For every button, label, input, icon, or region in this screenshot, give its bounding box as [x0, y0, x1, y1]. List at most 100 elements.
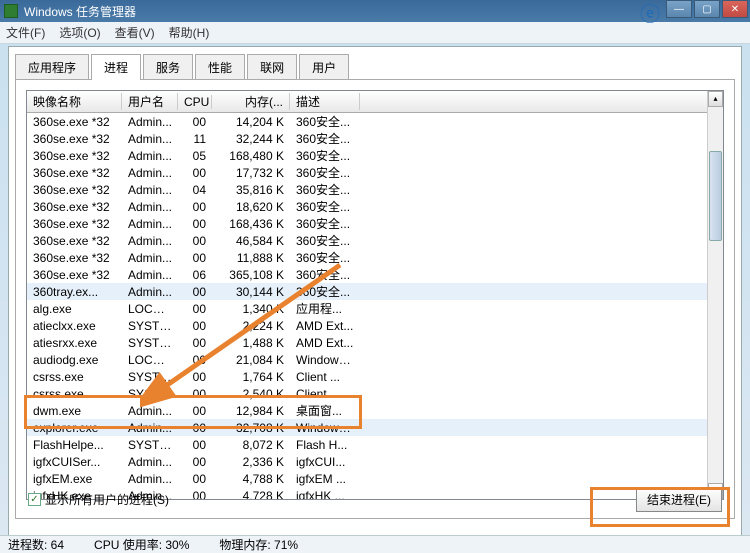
tab-processes[interactable]: 进程	[91, 54, 141, 80]
table-row[interactable]: audiodg.exeLOCAL...0021,084 KWindows...	[27, 351, 723, 368]
tab-networking[interactable]: 联网	[247, 54, 297, 80]
table-row[interactable]: 360se.exe *32Admin...0435,816 K360安全...	[27, 181, 723, 198]
table-row[interactable]: atieclxx.exeSYSTEM002,224 KAMD Ext...	[27, 317, 723, 334]
cell-user: Admin...	[122, 132, 178, 146]
col-user[interactable]: 用户名	[122, 93, 178, 110]
cell-name: FlashHelpe...	[27, 438, 122, 452]
cell-desc: Windows...	[290, 353, 360, 367]
table-row[interactable]: explorer.exeAdmin...0032,708 KWindows...	[27, 419, 723, 436]
cell-desc: 360安全...	[290, 215, 360, 232]
scroll-thumb[interactable]	[709, 151, 722, 241]
window-title: Windows 任务管理器	[24, 3, 136, 20]
cell-cpu: 00	[178, 438, 212, 452]
cell-desc: Client ...	[290, 387, 360, 401]
show-all-users-checkbox[interactable]: ✓ 显示所有用户的进程(S)	[28, 491, 169, 508]
process-rows[interactable]: 360se.exe *32Admin...0014,204 K360安全...3…	[27, 113, 723, 499]
cell-user: Admin...	[122, 217, 178, 231]
col-cpu[interactable]: CPU	[178, 95, 212, 109]
cell-user: Admin...	[122, 115, 178, 129]
tab-content: 映像名称 用户名 CPU 内存(... 描述 360se.exe *32Admi…	[15, 79, 735, 519]
col-image-name[interactable]: 映像名称	[27, 93, 122, 110]
cell-cpu: 00	[178, 404, 212, 418]
cell-name: 360se.exe *32	[27, 234, 122, 248]
cell-cpu: 00	[178, 472, 212, 486]
cell-cpu: 06	[178, 268, 212, 282]
cell-mem: 1,488 K	[212, 336, 290, 350]
cell-mem: 1,764 K	[212, 370, 290, 384]
minimize-button[interactable]: —	[666, 0, 692, 18]
table-row[interactable]: csrss.exeSYSTEM001,764 KClient ...	[27, 368, 723, 385]
tab-applications[interactable]: 应用程序	[15, 54, 89, 80]
cell-user: LOCAL...	[122, 353, 178, 367]
cell-name: explorer.exe	[27, 421, 122, 435]
cell-name: atieclxx.exe	[27, 319, 122, 333]
menu-options[interactable]: 选项(O)	[59, 24, 100, 41]
cell-user: Admin...	[122, 472, 178, 486]
cell-desc: 360安全...	[290, 130, 360, 147]
cell-user: SYSTEM	[122, 370, 178, 384]
end-process-button[interactable]: 结束进程(E)	[636, 487, 722, 512]
menu-help[interactable]: 帮助(H)	[169, 24, 210, 41]
cell-mem: 12,984 K	[212, 404, 290, 418]
table-row[interactable]: atiesrxx.exeSYSTEM001,488 KAMD Ext...	[27, 334, 723, 351]
table-row[interactable]: 360se.exe *32Admin...00168,436 K360安全...	[27, 215, 723, 232]
cell-user: SYSTEM	[122, 438, 178, 452]
cell-user: Admin...	[122, 200, 178, 214]
cell-cpu: 04	[178, 183, 212, 197]
close-button[interactable]: ✕	[722, 0, 748, 18]
cell-name: 360tray.ex...	[27, 285, 122, 299]
cell-desc: AMD Ext...	[290, 319, 360, 333]
table-row[interactable]: FlashHelpe...SYSTEM008,072 KFlash H...	[27, 436, 723, 453]
tab-services[interactable]: 服务	[143, 54, 193, 80]
cell-cpu: 00	[178, 285, 212, 299]
cell-mem: 21,084 K	[212, 353, 290, 367]
cell-name: 360se.exe *32	[27, 217, 122, 231]
table-row[interactable]: dwm.exeAdmin...0012,984 K桌面窗...	[27, 402, 723, 419]
table-row[interactable]: 360se.exe *32Admin...05168,480 K360安全...	[27, 147, 723, 164]
cell-user: Admin...	[122, 149, 178, 163]
vertical-scrollbar[interactable]: ▴ ▾	[707, 91, 723, 499]
tab-users[interactable]: 用户	[299, 54, 349, 80]
table-row[interactable]: 360se.exe *32Admin...06365,108 K360安全...	[27, 266, 723, 283]
window-body: 应用程序 进程 服务 性能 联网 用户 映像名称 用户名 CPU 内存(... …	[8, 46, 742, 538]
cell-name: igfxCUISer...	[27, 455, 122, 469]
table-row[interactable]: 360se.exe *32Admin...0017,732 K360安全...	[27, 164, 723, 181]
cell-desc: Client ...	[290, 370, 360, 384]
table-row[interactable]: 360se.exe *32Admin...0018,620 K360安全...	[27, 198, 723, 215]
table-row[interactable]: 360se.exe *32Admin...0014,204 K360安全...	[27, 113, 723, 130]
cell-desc: 应用程...	[290, 300, 360, 317]
cell-user: Admin...	[122, 234, 178, 248]
cell-cpu: 00	[178, 353, 212, 367]
maximize-button[interactable]: ▢	[694, 0, 720, 18]
table-row[interactable]: csrss.exeSYSTEM002,540 KClient ...	[27, 385, 723, 402]
menu-file[interactable]: 文件(F)	[6, 24, 45, 41]
table-row[interactable]: 360tray.ex...Admin...0030,144 K360安全...	[27, 283, 723, 300]
cell-mem: 11,888 K	[212, 251, 290, 265]
menu-view[interactable]: 查看(V)	[115, 24, 155, 41]
cell-mem: 18,620 K	[212, 200, 290, 214]
table-row[interactable]: igfxCUISer...Admin...002,336 KigfxCUI...	[27, 453, 723, 470]
cell-desc: Windows...	[290, 421, 360, 435]
table-row[interactable]: 360se.exe *32Admin...1132,244 K360安全...	[27, 130, 723, 147]
cell-user: SYSTEM	[122, 336, 178, 350]
col-description[interactable]: 描述	[290, 93, 360, 110]
col-memory[interactable]: 内存(...	[212, 93, 290, 110]
cell-desc: igfxCUI...	[290, 455, 360, 469]
cell-mem: 4,788 K	[212, 472, 290, 486]
scroll-up-button[interactable]: ▴	[708, 91, 723, 107]
cell-user: Admin...	[122, 166, 178, 180]
cell-mem: 35,816 K	[212, 183, 290, 197]
column-headers: 映像名称 用户名 CPU 内存(... 描述	[27, 91, 723, 113]
cell-cpu: 00	[178, 234, 212, 248]
tab-performance[interactable]: 性能	[195, 54, 245, 80]
cell-name: alg.exe	[27, 302, 122, 316]
cell-desc: 360安全...	[290, 266, 360, 283]
table-row[interactable]: 360se.exe *32Admin...0046,584 K360安全...	[27, 232, 723, 249]
table-row[interactable]: alg.exeLOCAL...001,340 K应用程...	[27, 300, 723, 317]
table-row[interactable]: igfxEM.exeAdmin...004,788 KigfxEM ...	[27, 470, 723, 487]
table-row[interactable]: 360se.exe *32Admin...0011,888 K360安全...	[27, 249, 723, 266]
cell-mem: 168,436 K	[212, 217, 290, 231]
cell-user: SYSTEM	[122, 319, 178, 333]
app-icon	[4, 4, 18, 18]
cell-mem: 2,224 K	[212, 319, 290, 333]
